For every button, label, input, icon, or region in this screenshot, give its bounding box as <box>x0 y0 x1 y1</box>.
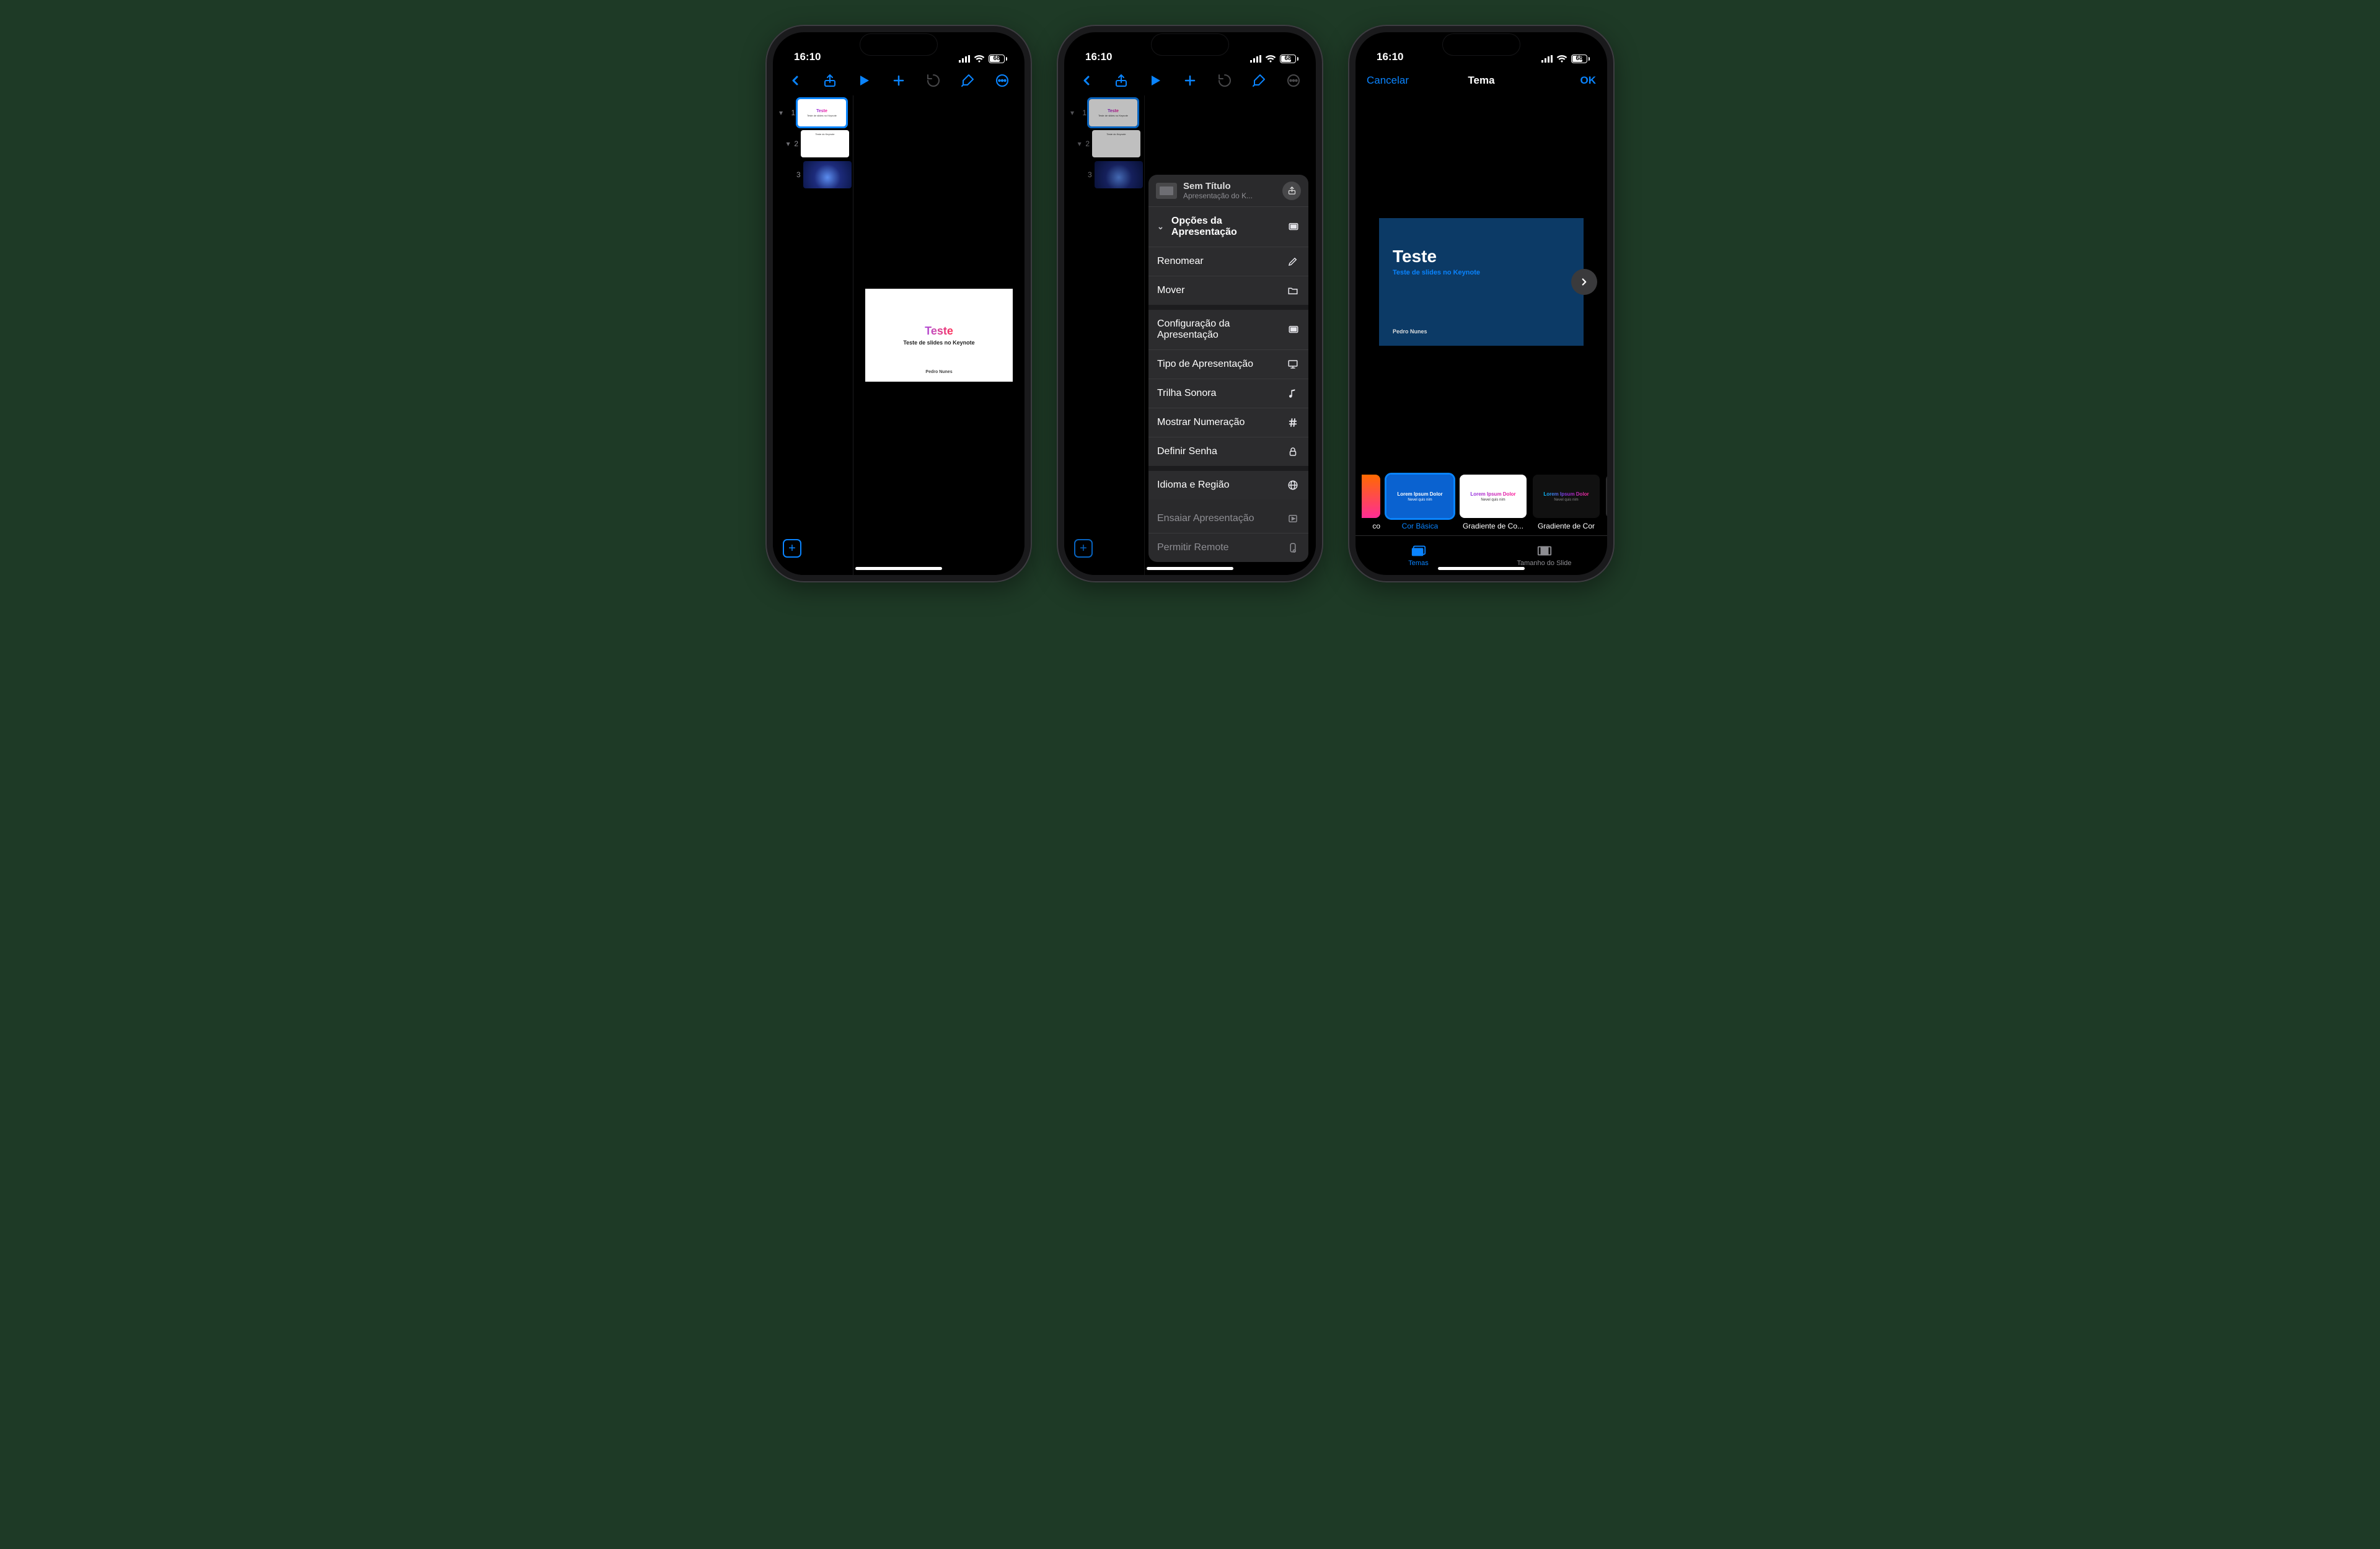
wifi-icon <box>974 55 985 63</box>
slide-content[interactable]: Teste Teste de slides no Keynote Pedro N… <box>865 289 1013 382</box>
menu-rename[interactable]: Renomear <box>1148 247 1308 276</box>
play-button[interactable] <box>1142 67 1169 94</box>
lock-icon <box>1286 446 1300 457</box>
menu-password[interactable]: Definir Senha <box>1148 437 1308 466</box>
dynamic-island <box>1442 33 1520 56</box>
preview-sub: Teste de slides no Keynote <box>1393 269 1570 276</box>
editor-toolbar <box>773 66 1025 95</box>
popover-header: Sem Título Apresentação do K... <box>1148 175 1308 206</box>
back-button[interactable] <box>782 67 809 94</box>
theme-preview-area[interactable]: Teste Teste de slides no Keynote Pedro N… <box>1355 95 1607 468</box>
home-indicator[interactable] <box>855 567 942 570</box>
next-preview-button[interactable] <box>1571 269 1597 295</box>
share-button[interactable] <box>1108 67 1135 94</box>
menu-remote[interactable]: Permitir Remote <box>1148 533 1308 562</box>
slide-subtitle[interactable]: Teste de slides no Keynote <box>903 340 974 346</box>
presentation-options-header[interactable]: ⌄ Opções da Apresentação <box>1148 206 1308 247</box>
hash-icon <box>1286 417 1300 428</box>
status-time: 16:10 <box>794 51 821 63</box>
menu-rehearse[interactable]: Ensaiar Apresentação <box>1148 499 1308 533</box>
slide-title[interactable]: Teste <box>925 325 953 338</box>
theme-item-gradiente-cor-2[interactable]: Lorem Ipsum DolorNevel quis nim Gradient… <box>1533 475 1600 530</box>
wifi-icon <box>1265 55 1276 63</box>
document-kind: Apresentação do K... <box>1183 191 1276 200</box>
format-brush-button[interactable] <box>1245 67 1272 94</box>
presentation-icon <box>1287 324 1300 335</box>
theme-preview-slide: Teste Teste de slides no Keynote Pedro N… <box>1379 218 1584 346</box>
presentation-icon <box>1287 221 1300 232</box>
menu-type[interactable]: Tipo de Apresentação <box>1148 349 1308 379</box>
theme-carousel[interactable]: co Lorem Ipsum DolorNevel quis nim Cor B… <box>1355 468 1607 535</box>
folder-icon <box>1286 285 1300 296</box>
slide-navigator: ▾ 1 TesteTeste de slides no Keynote ▾ 2 … <box>773 95 853 575</box>
share-button[interactable] <box>816 67 844 94</box>
globe-icon <box>1286 480 1300 491</box>
cellular-icon <box>959 55 970 63</box>
battery-icon: 68 <box>1280 55 1298 63</box>
phone-remote-icon <box>1286 542 1300 553</box>
home-indicator[interactable] <box>1147 567 1233 570</box>
theme-item-gradiente-cor-1[interactable]: Lorem Ipsum DolorNevel quis nim Gradient… <box>1460 475 1527 530</box>
phone-editor: 16:10 68 ▾ 1 TesteTeste <box>765 25 1032 582</box>
menu-config[interactable]: Configuração da Apresentação <box>1148 305 1308 349</box>
cellular-icon <box>1541 55 1553 63</box>
pencil-icon <box>1286 256 1300 267</box>
theme-item-partial[interactable] <box>1606 475 1607 518</box>
play-rect-icon <box>1286 513 1300 524</box>
cellular-icon <box>1250 55 1261 63</box>
document-options-popover: Sem Título Apresentação do K... ⌄ Opções… <box>1148 175 1308 562</box>
projector-icon <box>1286 359 1300 370</box>
more-button[interactable] <box>1280 67 1307 94</box>
slide-canvas[interactable]: Teste Teste de slides no Keynote Pedro N… <box>853 95 1025 575</box>
music-note-icon <box>1286 388 1300 399</box>
home-indicator[interactable] <box>1438 567 1525 570</box>
phone-options-menu: 16:10 68 ▾ 1 TesteTeste <box>1057 25 1323 582</box>
preview-title: Teste <box>1393 247 1570 266</box>
menu-soundtrack[interactable]: Trilha Sonora <box>1148 379 1308 408</box>
chevron-down-icon: ⌄ <box>1157 222 1165 232</box>
dynamic-island <box>1151 33 1229 56</box>
undo-button[interactable] <box>1211 67 1238 94</box>
disclosure-icon[interactable]: ▾ <box>785 139 791 148</box>
play-button[interactable] <box>850 67 878 94</box>
modal-title: Tema <box>1468 74 1494 87</box>
share-document-button[interactable] <box>1282 182 1301 200</box>
disclosure-icon[interactable]: ▾ <box>777 108 785 117</box>
slide-thumbnail-3[interactable]: 3 <box>777 161 849 188</box>
preview-author: Pedro Nunes <box>1393 328 1427 335</box>
editor-toolbar <box>1064 66 1316 95</box>
add-button[interactable] <box>885 67 912 94</box>
document-icon <box>1156 183 1177 199</box>
battery-icon: 68 <box>989 55 1007 63</box>
phone-theme-picker: 16:10 68 Cancelar Tema OK Teste Teste de… <box>1348 25 1615 582</box>
menu-move[interactable]: Mover <box>1148 276 1308 305</box>
status-time: 16:10 <box>1085 51 1112 63</box>
menu-language[interactable]: Idioma e Região <box>1148 466 1308 499</box>
dynamic-island <box>860 33 938 56</box>
add-slide-button[interactable]: + <box>783 539 801 558</box>
wifi-icon <box>1556 55 1567 63</box>
theme-item-cor-basica[interactable]: Lorem Ipsum DolorNevel quis nim Cor Bási… <box>1386 475 1453 530</box>
theme-item-partial[interactable]: co <box>1362 475 1380 530</box>
battery-icon: 68 <box>1571 55 1590 63</box>
slide-thumbnail-1[interactable]: ▾ 1 TesteTeste de slides no Keynote <box>777 99 849 126</box>
format-brush-button[interactable] <box>954 67 981 94</box>
add-button[interactable] <box>1176 67 1204 94</box>
slide-author[interactable]: Pedro Nunes <box>925 370 952 374</box>
back-button[interactable] <box>1073 67 1100 94</box>
more-button[interactable] <box>989 67 1016 94</box>
undo-button[interactable] <box>920 67 947 94</box>
cancel-button[interactable]: Cancelar <box>1367 74 1409 87</box>
modal-navbar: Cancelar Tema OK <box>1355 66 1607 95</box>
ok-button[interactable]: OK <box>1580 74 1597 87</box>
status-time: 16:10 <box>1377 51 1403 63</box>
slide-thumbnail-2[interactable]: ▾ 2 Teste do Keynote <box>777 130 849 157</box>
menu-numbering[interactable]: Mostrar Numeração <box>1148 408 1308 437</box>
document-name: Sem Título <box>1183 181 1276 191</box>
